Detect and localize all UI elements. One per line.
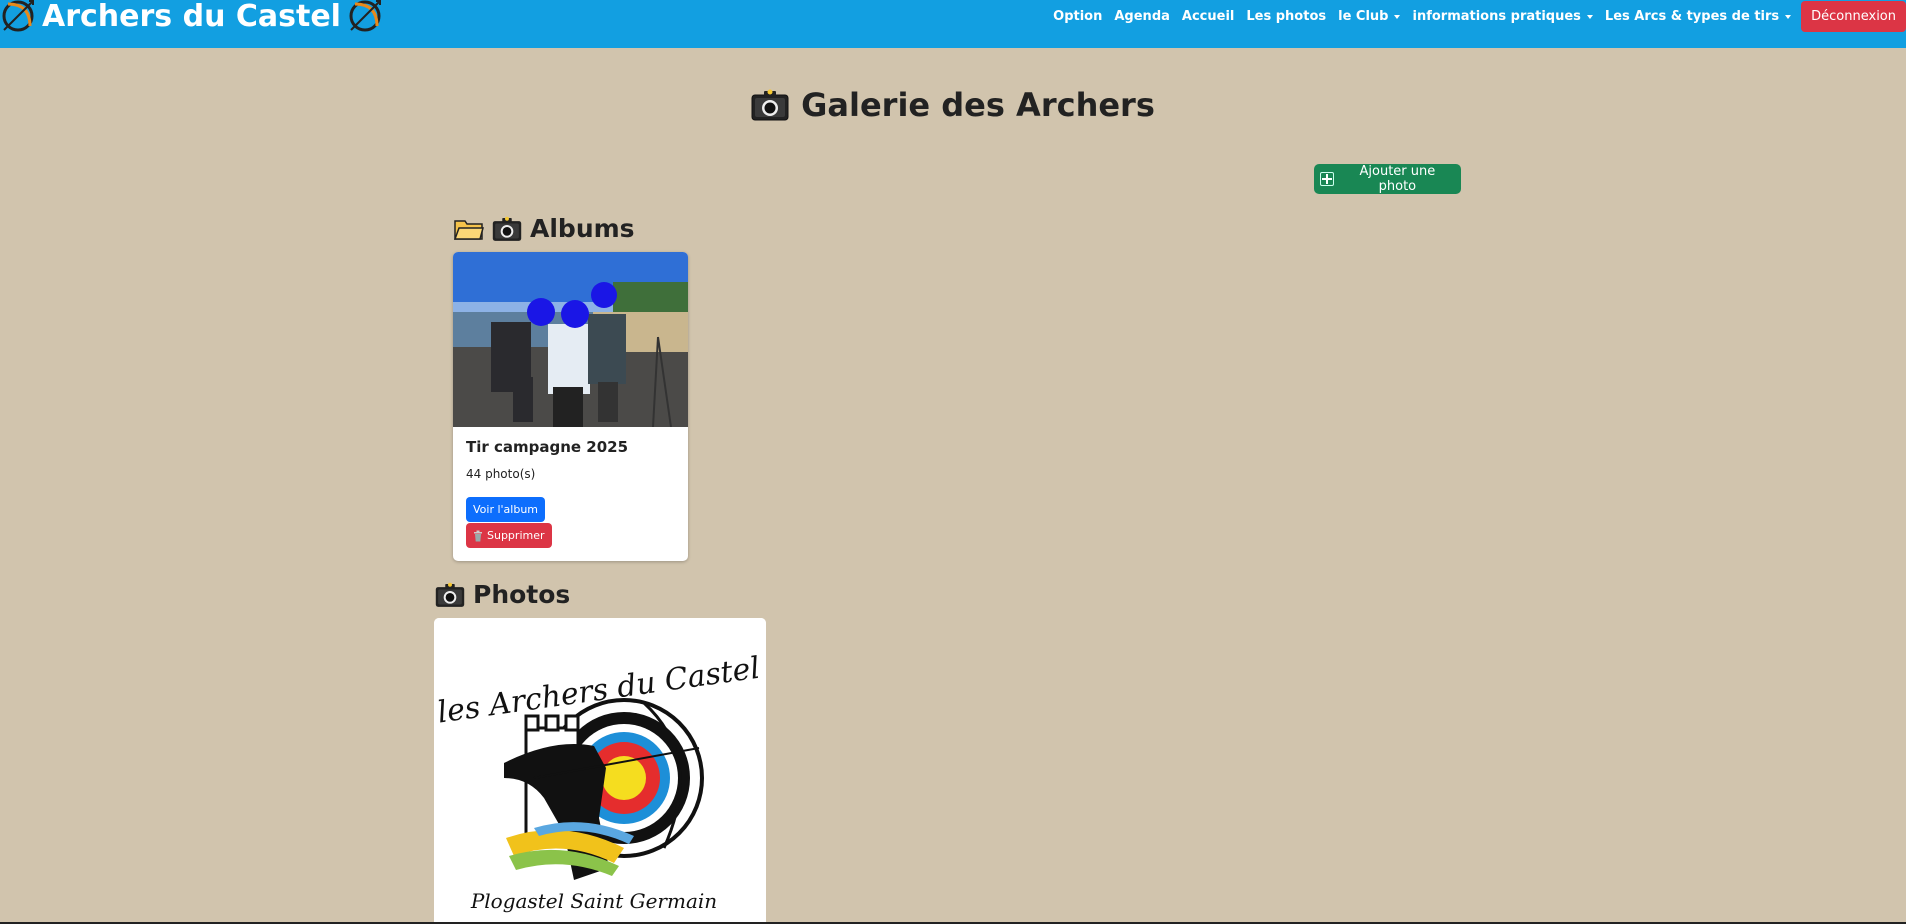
photos-heading-text: Photos — [473, 580, 571, 609]
album-photo-count: 44 photo(s) — [466, 467, 536, 481]
folder-icon — [454, 219, 484, 240]
trash-icon — [474, 530, 482, 541]
brand-link[interactable]: Archers du Castel — [0, 0, 383, 36]
view-album-button[interactable]: Voir l'album — [466, 497, 546, 522]
nav-accueil[interactable]: Accueil — [1176, 9, 1240, 24]
nav-agenda[interactable]: Agenda — [1108, 9, 1176, 24]
camera-icon — [492, 216, 522, 241]
nav-le-club-dropdown[interactable]: le Club — [1332, 9, 1406, 24]
albums-heading: Albums — [454, 214, 635, 243]
album-card: Tir campagne 2025 44 photo(s) Voir l'alb… — [453, 252, 688, 561]
add-photo-button[interactable]: Ajouter une photo — [1314, 164, 1461, 194]
photo-card[interactable]: les Archers du Castel Plogastel Saint Ge… — [434, 618, 766, 924]
delete-album-label: Supprimer — [487, 529, 545, 542]
photos-heading: Photos — [435, 580, 570, 609]
albums-heading-text: Albums — [530, 214, 635, 243]
caret-down-icon — [1394, 14, 1401, 19]
nav-links: Option Agenda Accueil Les photos le Club… — [1047, 0, 1906, 32]
nav-arcs-types-label: Les Arcs & types de tirs — [1604, 8, 1780, 24]
album-thumbnail[interactable] — [453, 252, 688, 427]
nav-le-club-label: le Club — [1338, 8, 1389, 24]
nav-informations-pratiques-dropdown[interactable]: informations pratiques — [1406, 9, 1598, 24]
add-photo-label: Ajouter une photo — [1359, 164, 1436, 194]
plus-square-icon — [1320, 172, 1334, 186]
bow-arrow-icon — [2, 0, 34, 32]
brand-title: Archers du Castel — [42, 0, 341, 34]
nav-option-label: Option — [1053, 8, 1103, 24]
delete-album-button[interactable]: Supprimer — [466, 523, 552, 548]
caret-down-icon — [1785, 14, 1792, 19]
page-title: Galerie des Archers — [0, 86, 1906, 124]
caret-down-icon — [1586, 14, 1593, 19]
club-logo-image: les Archers du Castel Plogastel Saint Ge… — [434, 618, 766, 924]
nav-les-photos-label: Les photos — [1246, 8, 1327, 24]
page-title-text: Galerie des Archers — [801, 86, 1155, 124]
bow-arrow-icon — [349, 0, 381, 32]
logo-bottom-text: Plogastel Saint Germain — [470, 889, 717, 913]
camera-icon — [435, 582, 465, 607]
logout-button[interactable]: Déconnexion — [1801, 0, 1906, 32]
nav-accueil-label: Accueil — [1181, 8, 1235, 24]
album-name: Tir campagne 2025 — [466, 438, 629, 456]
nav-informations-pratiques-label: informations pratiques — [1412, 8, 1581, 24]
nav-agenda-label: Agenda — [1114, 8, 1170, 24]
nav-les-photos[interactable]: Les photos — [1240, 9, 1332, 24]
nav-arcs-types-dropdown[interactable]: Les Arcs & types de tirs — [1599, 9, 1797, 24]
top-navbar: Archers du Castel Option Agenda Accueil … — [0, 0, 1906, 48]
camera-icon — [751, 89, 789, 121]
nav-option[interactable]: Option — [1047, 9, 1108, 24]
